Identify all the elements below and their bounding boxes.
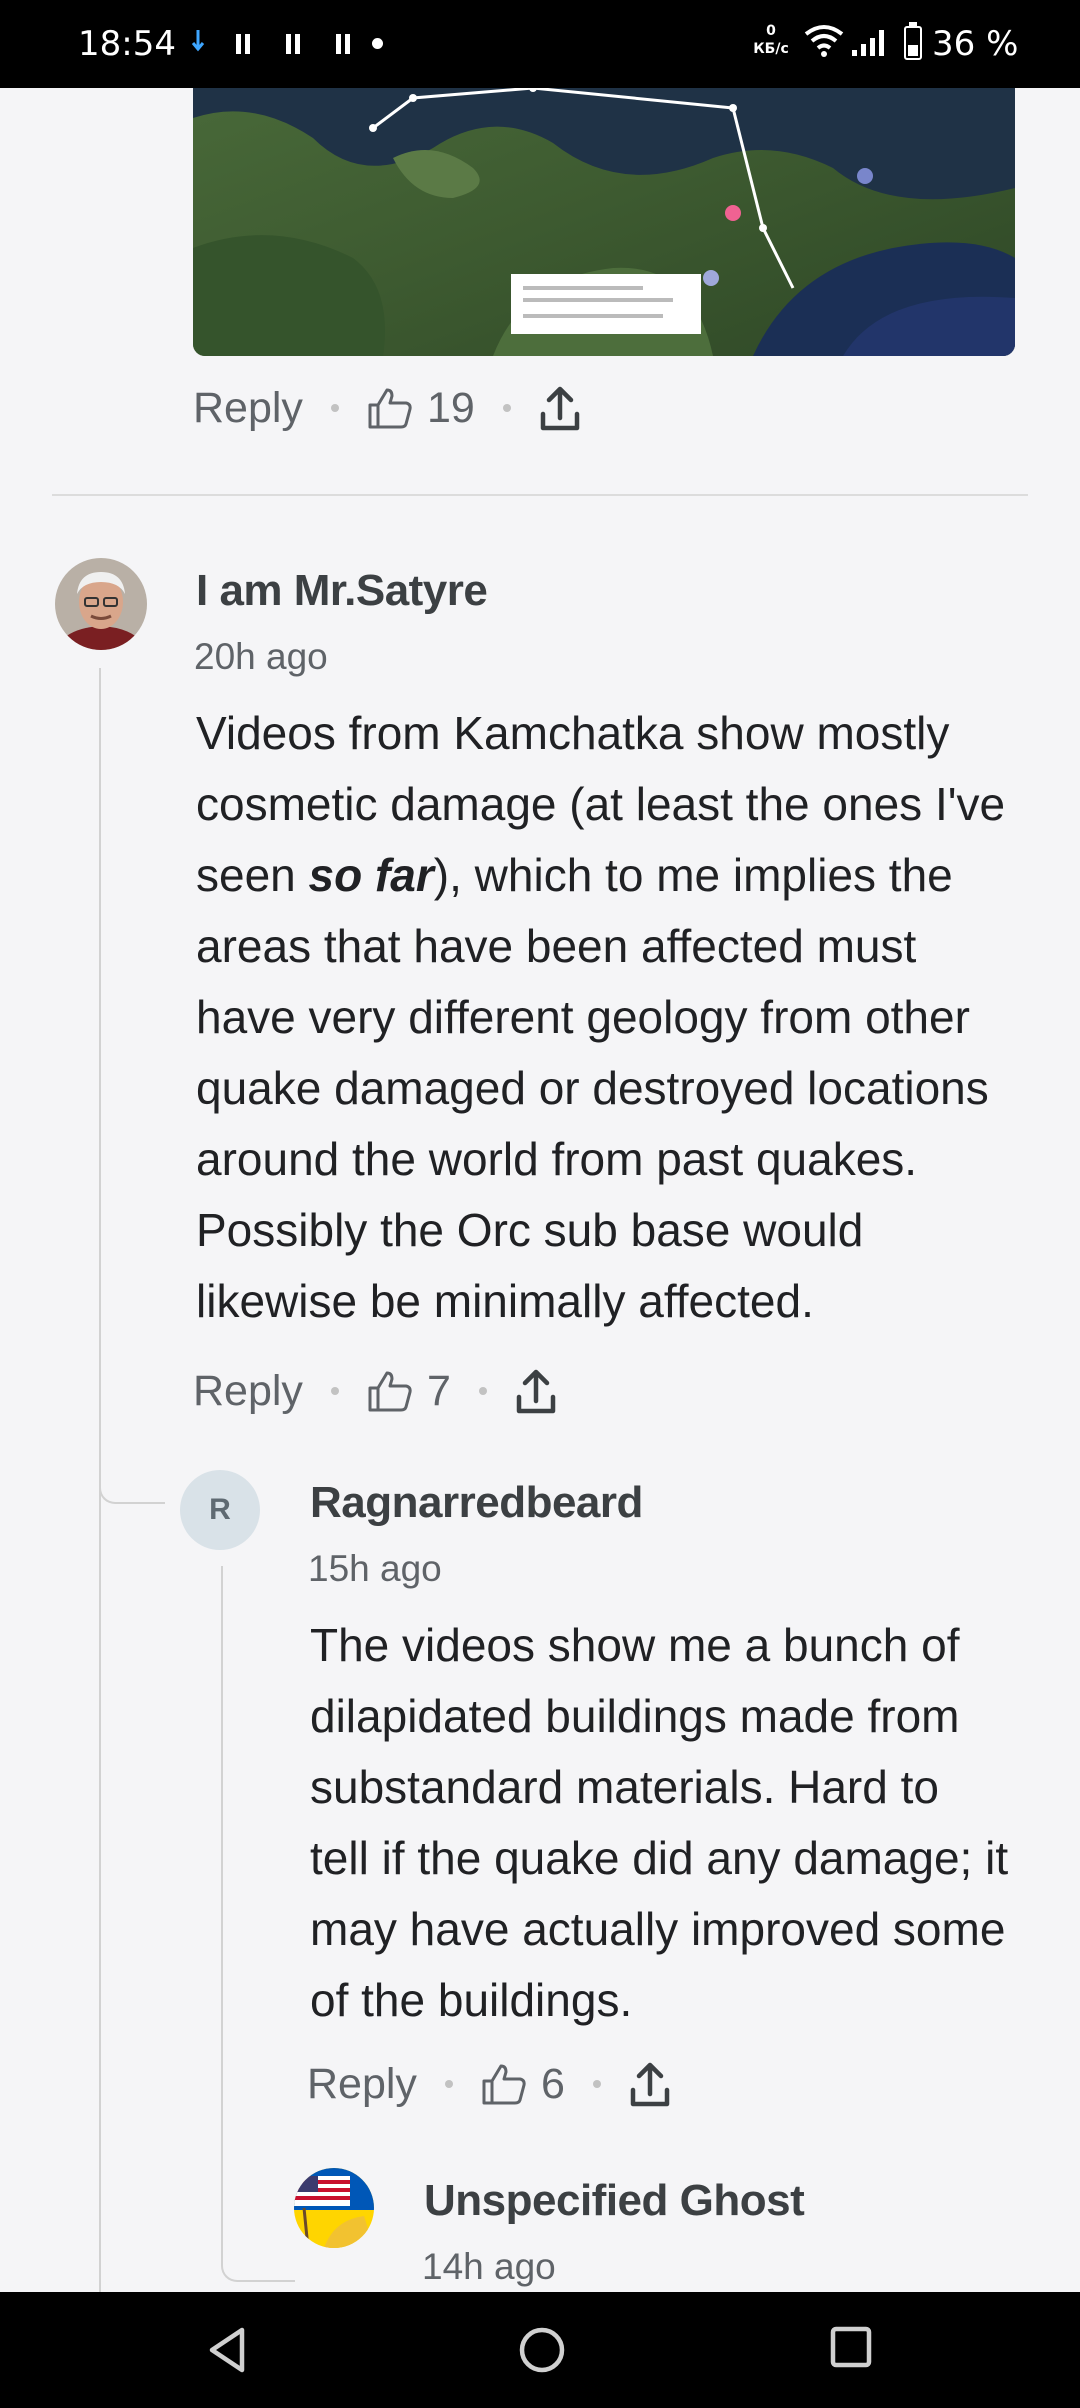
avatar[interactable] <box>55 558 147 650</box>
separator-dot <box>330 404 339 412</box>
back-icon[interactable] <box>202 2324 254 2376</box>
comment-time: 14h ago <box>422 2246 556 2287</box>
comment-author[interactable]: I am Mr.Satyre <box>196 566 488 616</box>
navigation-bar <box>0 2292 1080 2408</box>
reply-button[interactable]: Reply <box>193 1367 303 1416</box>
home-icon[interactable] <box>516 2324 568 2376</box>
separator-dot <box>444 2080 453 2088</box>
thumbs-up-icon <box>368 1371 412 1412</box>
comment-thread[interactable]: Reply 19 I am Mr.Satyre 20h ago Videos f… <box>0 88 1080 2292</box>
comment-map-image[interactable] <box>193 88 1015 356</box>
dot-icon <box>372 38 383 49</box>
signal-icon <box>852 30 884 56</box>
pause-icon <box>236 34 252 54</box>
pause-icon <box>336 34 352 54</box>
comment-time: 20h ago <box>194 636 328 677</box>
like-count: 7 <box>426 1366 451 1415</box>
thread-connector <box>99 1478 165 1504</box>
comment-actions: Reply 7 <box>193 1361 557 1421</box>
like-count: 19 <box>426 383 475 432</box>
like-count: 6 <box>540 2059 565 2108</box>
share-button[interactable] <box>629 2060 671 2108</box>
share-button[interactable] <box>539 384 581 432</box>
avatar[interactable] <box>294 2168 374 2248</box>
separator-dot <box>502 404 511 412</box>
status-bar: 18:54 0 КБ/с 36 % <box>0 0 1080 88</box>
share-icon <box>516 1369 556 1414</box>
top-comment-actions: Reply 19 <box>193 378 581 438</box>
reply-button[interactable]: Reply <box>193 384 303 433</box>
thread-line <box>221 1566 223 2256</box>
comment-body: The videos show me a bunch of dilapidate… <box>310 1619 1009 2026</box>
share-icon <box>630 2062 670 2107</box>
share-button[interactable] <box>515 1367 557 1415</box>
wifi-icon <box>804 25 844 57</box>
separator-dot <box>592 2080 601 2088</box>
share-icon <box>540 386 580 431</box>
comment-actions: Reply 6 <box>307 2054 671 2114</box>
thread-connector <box>221 2188 295 2282</box>
avatar[interactable]: R <box>180 1470 260 1550</box>
battery-icon <box>904 22 922 60</box>
status-time: 18:54 <box>78 24 176 64</box>
like-button[interactable]: 19 <box>367 384 475 433</box>
like-button[interactable]: 6 <box>481 2060 565 2109</box>
thumbs-up-icon <box>482 2064 526 2105</box>
thumbs-up-icon <box>368 388 412 429</box>
like-button[interactable]: 7 <box>367 1367 451 1416</box>
separator-dot <box>478 1387 487 1395</box>
comment-divider <box>52 494 1028 496</box>
battery-percent: 36 % <box>932 24 1019 64</box>
reply-button[interactable]: Reply <box>307 2060 417 2109</box>
pause-icon <box>286 34 302 54</box>
comment-body-emphasis: so far <box>308 849 434 901</box>
comment-time: 15h ago <box>308 1548 442 1589</box>
separator-dot <box>330 1387 339 1395</box>
comment-author[interactable]: Unspecified Ghost <box>424 2176 805 2226</box>
comment-author[interactable]: Ragnarredbeard <box>310 1478 643 1528</box>
download-arrow-icon <box>191 30 205 52</box>
net-speed: 0 КБ/с <box>753 23 789 57</box>
recent-apps-icon[interactable] <box>828 2324 874 2370</box>
comment-body: Videos from Kamchatka show mostly cosmet… <box>196 707 1006 1327</box>
